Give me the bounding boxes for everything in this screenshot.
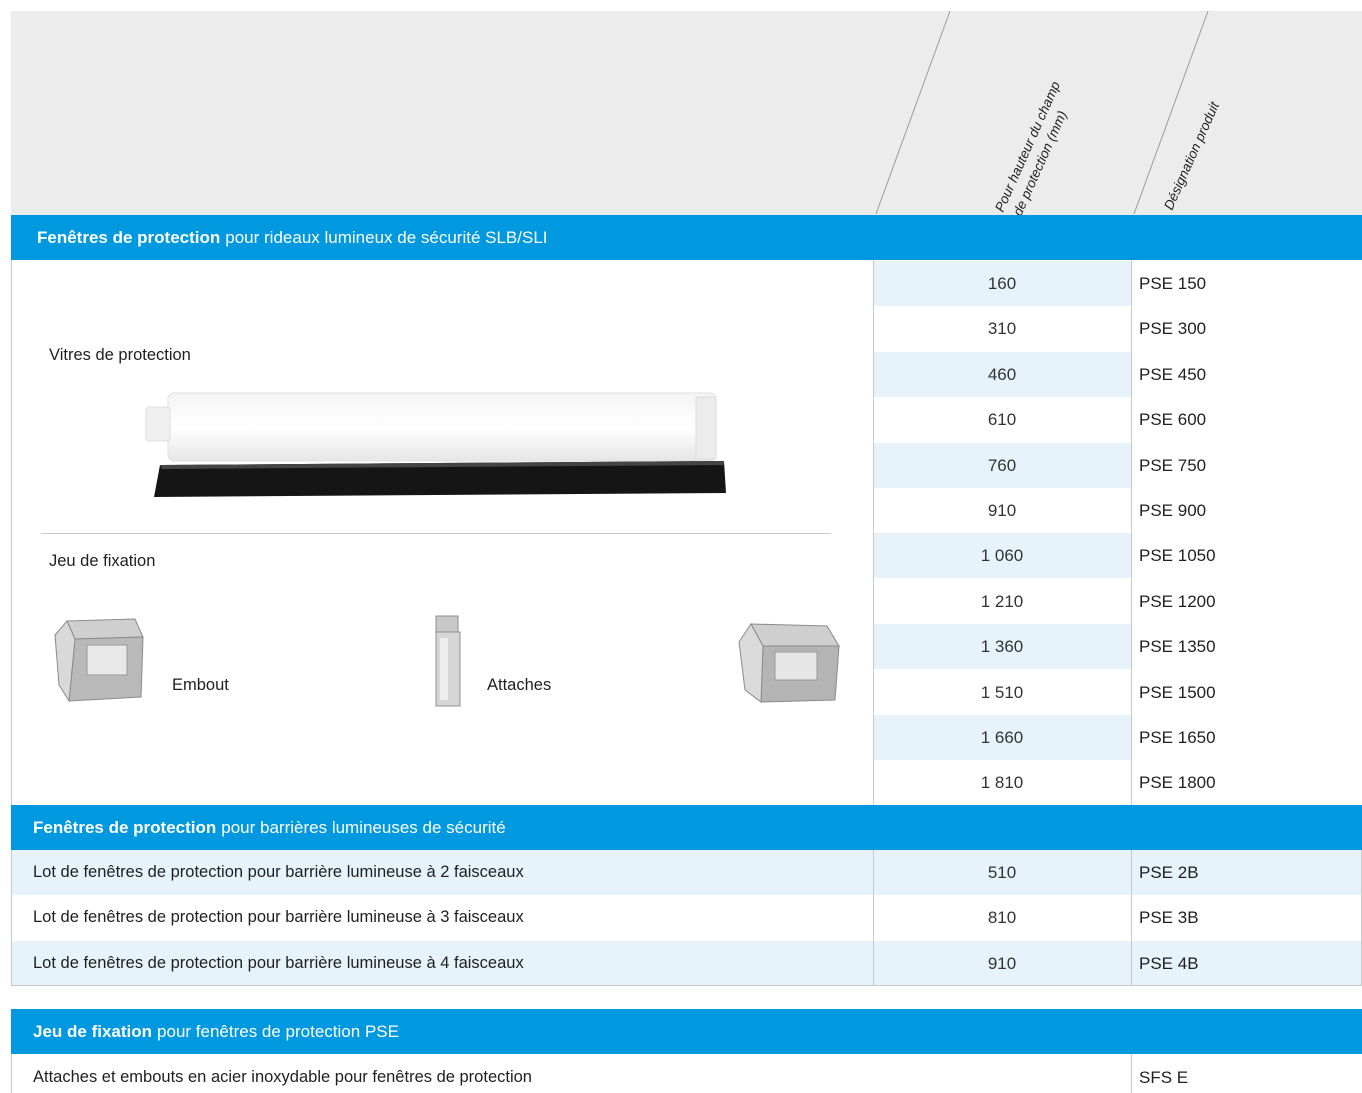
section-title-bold: Fenêtres de protection bbox=[33, 817, 217, 837]
panel-divider bbox=[41, 533, 831, 534]
attaches-label: Attaches bbox=[487, 676, 552, 694]
table-cell-code: PSE 4B bbox=[1139, 953, 1199, 973]
fixation-label: Jeu de fixation bbox=[49, 552, 156, 570]
header-diagonals bbox=[875, 10, 1209, 215]
table-cell-height: 910 bbox=[987, 953, 1017, 973]
table-cell-height: 160 bbox=[987, 274, 1017, 293]
section-title-rest: pour barrières lumineuses de sécurité bbox=[221, 817, 506, 837]
section-title-rest: pour rideaux lumineux de sécurité SLB/SL… bbox=[225, 227, 548, 247]
table-cell-height: 760 bbox=[987, 455, 1017, 475]
table-cell-code: PSE 3B bbox=[1139, 908, 1199, 928]
protection-glass-image bbox=[145, 392, 726, 497]
table-cell-code: PSE 1200 bbox=[1139, 591, 1216, 611]
table-cell-height: 1 210 bbox=[980, 591, 1024, 611]
table-cell-height: 510 bbox=[987, 863, 1017, 882]
table-cell-code: PSE 300 bbox=[1139, 319, 1207, 339]
section-bar-rideaux: Fenêtres de protection pour rideaux lumi… bbox=[11, 215, 1362, 260]
embout-label: Embout bbox=[172, 676, 229, 694]
table-cell-height: 1 810 bbox=[980, 773, 1024, 793]
col-divider-2 bbox=[1131, 260, 1132, 805]
left-border bbox=[11, 260, 12, 805]
table-cell-code: PSE 2B bbox=[1139, 863, 1199, 882]
col-divider-3 bbox=[873, 850, 874, 986]
table-cell-height: 810 bbox=[987, 908, 1017, 928]
left-border-3 bbox=[11, 1054, 12, 1093]
table-cell-code: PSE 150 bbox=[1139, 274, 1207, 293]
table-cell-label: Attaches et embouts en acier inoxydable … bbox=[33, 1068, 532, 1086]
table-cell-height: 610 bbox=[987, 410, 1017, 430]
section-title-rest: pour fenêtres de protection PSE bbox=[157, 1021, 399, 1041]
table-cell-code: PSE 750 bbox=[1139, 455, 1207, 475]
table-cell-code: PSE 900 bbox=[1139, 501, 1207, 520]
table-cell-label: Lot de fenêtres de protection pour barri… bbox=[33, 908, 524, 927]
col-divider-4 bbox=[1131, 850, 1132, 986]
table-cell-height: 1 360 bbox=[980, 637, 1024, 657]
table-cell-height: 310 bbox=[987, 319, 1017, 339]
table-cell-code: SFS E bbox=[1139, 1068, 1189, 1087]
table-cell-height: 1 660 bbox=[980, 728, 1024, 747]
attache-image bbox=[435, 615, 461, 707]
table-cell-code: PSE 1650 bbox=[1139, 728, 1216, 747]
table-cell-label: Lot de fenêtres de protection pour barri… bbox=[33, 863, 524, 881]
section-title-bold: Jeu de fixation bbox=[33, 1021, 153, 1041]
section2-bottom-border bbox=[11, 985, 1362, 986]
embout-image-alt bbox=[738, 623, 840, 703]
table-cell-code: PSE 1800 bbox=[1139, 773, 1216, 793]
table-cell-height: 1 060 bbox=[980, 546, 1024, 566]
table-cell-code: PSE 450 bbox=[1139, 364, 1207, 384]
table-cell-label: Lot de fenêtres de protection pour barri… bbox=[33, 953, 524, 972]
left-border-2 bbox=[11, 850, 12, 986]
section-bar-fixation: Jeu de fixation pour fenêtres de protect… bbox=[11, 1009, 1362, 1054]
vitres-label: Vitres de protection bbox=[49, 346, 191, 364]
table-cell-code: PSE 1350 bbox=[1139, 637, 1216, 657]
section-bar-barrieres: Fenêtres de protection pour barrières lu… bbox=[11, 805, 1362, 850]
table-cell-height: 1 510 bbox=[980, 682, 1024, 702]
table-cell-height: 910 bbox=[987, 501, 1017, 520]
table-cell-code: PSE 600 bbox=[1139, 410, 1207, 430]
col-divider-5 bbox=[1131, 1054, 1132, 1093]
section-title-bold: Fenêtres de protection bbox=[37, 227, 221, 247]
embout-image bbox=[54, 618, 144, 703]
table-cell-height: 460 bbox=[987, 364, 1017, 384]
table-cell-code: PSE 1050 bbox=[1139, 546, 1216, 566]
table-cell-code: PSE 1500 bbox=[1139, 682, 1216, 702]
